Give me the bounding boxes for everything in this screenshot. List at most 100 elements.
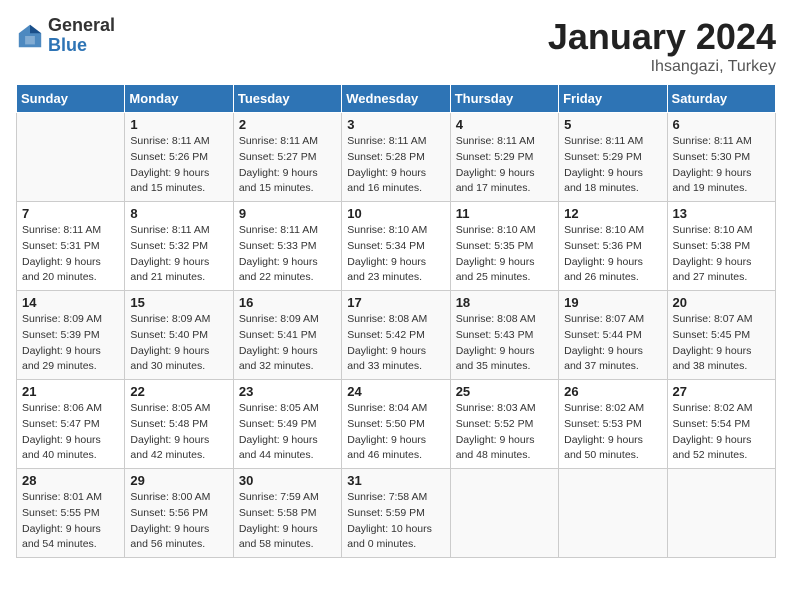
calendar-cell: 20 Sunrise: 8:07 AMSunset: 5:45 PMDayligh… [667,291,775,380]
calendar-cell: 29 Sunrise: 8:00 AMSunset: 5:56 PMDayligh… [125,469,233,558]
day-info: Sunrise: 8:10 AMSunset: 5:36 PMDaylight:… [564,223,661,286]
calendar-cell: 7 Sunrise: 8:11 AMSunset: 5:31 PMDaylight… [17,202,125,291]
day-info: Sunrise: 8:01 AMSunset: 5:55 PMDaylight:… [22,490,119,553]
calendar-cell [450,469,558,558]
calendar-cell: 30Sunrise: 7:59 AMSunset: 5:58 PMDayligh… [233,469,341,558]
calendar-cell: 25 Sunrise: 8:03 AMSunset: 5:52 PMDayligh… [450,380,558,469]
calendar-cell: 8 Sunrise: 8:11 AMSunset: 5:32 PMDaylight… [125,202,233,291]
calendar-cell: 18 Sunrise: 8:08 AMSunset: 5:43 PMDayligh… [450,291,558,380]
day-number: 1 [130,117,227,132]
calendar-cell: 11Sunrise: 8:10 AMSunset: 5:35 PMDayligh… [450,202,558,291]
day-number: 20 [673,295,770,310]
day-number: 2 [239,117,336,132]
day-number: 19 [564,295,661,310]
calendar-cell [17,113,125,202]
day-number: 24 [347,384,444,399]
logo-blue: Blue [48,36,115,56]
calendar-week-5: 28 Sunrise: 8:01 AMSunset: 5:55 PMDayligh… [17,469,776,558]
day-number: 13 [673,206,770,221]
calendar-cell: 15Sunrise: 8:09 AMSunset: 5:40 PMDayligh… [125,291,233,380]
day-info: Sunrise: 8:03 AMSunset: 5:52 PMDaylight:… [456,401,553,464]
day-info: Sunrise: 8:07 AMSunset: 5:45 PMDaylight:… [673,312,770,375]
day-info: Sunrise: 8:10 AMSunset: 5:34 PMDaylight:… [347,223,444,286]
day-number: 10 [347,206,444,221]
calendar-table: SundayMondayTuesdayWednesdayThursdayFrid… [16,84,776,558]
calendar-cell: 1 Sunrise: 8:11 AMSunset: 5:26 PMDaylight… [125,113,233,202]
day-info: Sunrise: 8:11 AMSunset: 5:31 PMDaylight:… [22,223,119,286]
day-number: 23 [239,384,336,399]
calendar-cell: 4 Sunrise: 8:11 AMSunset: 5:29 PMDaylight… [450,113,558,202]
day-number: 4 [456,117,553,132]
day-number: 5 [564,117,661,132]
calendar-cell: 10 Sunrise: 8:10 AMSunset: 5:34 PMDayligh… [342,202,450,291]
calendar-cell: 24 Sunrise: 8:04 AMSunset: 5:50 PMDayligh… [342,380,450,469]
calendar-cell: 22 Sunrise: 8:05 AMSunset: 5:48 PMDayligh… [125,380,233,469]
weekday-header-tuesday: Tuesday [233,85,341,113]
calendar-cell [559,469,667,558]
calendar-week-3: 14 Sunrise: 8:09 AMSunset: 5:39 PMDayligh… [17,291,776,380]
day-number: 30 [239,473,336,488]
day-info: Sunrise: 8:09 AMSunset: 5:39 PMDaylight:… [22,312,119,375]
day-number: 7 [22,206,119,221]
calendar-cell: 26Sunrise: 8:02 AMSunset: 5:53 PMDayligh… [559,380,667,469]
page-header: General Blue January 2024 Ihsangazi, Tur… [16,16,776,76]
day-info: Sunrise: 8:02 AMSunset: 5:54 PMDaylight:… [673,401,770,464]
day-info: Sunrise: 8:11 AMSunset: 5:30 PMDaylight:… [673,134,770,197]
weekday-header-sunday: Sunday [17,85,125,113]
weekday-header-wednesday: Wednesday [342,85,450,113]
title-block: January 2024 Ihsangazi, Turkey [548,16,776,76]
day-info: Sunrise: 8:11 AMSunset: 5:26 PMDaylight:… [130,134,227,197]
day-info: Sunrise: 8:09 AMSunset: 5:41 PMDaylight:… [239,312,336,375]
day-info: Sunrise: 8:04 AMSunset: 5:50 PMDaylight:… [347,401,444,464]
day-number: 26 [564,384,661,399]
day-info: Sunrise: 8:10 AMSunset: 5:38 PMDaylight:… [673,223,770,286]
month-year-title: January 2024 [548,16,776,58]
day-number: 29 [130,473,227,488]
calendar-cell: 19Sunrise: 8:07 AMSunset: 5:44 PMDayligh… [559,291,667,380]
weekday-header-thursday: Thursday [450,85,558,113]
day-info: Sunrise: 8:05 AMSunset: 5:49 PMDaylight:… [239,401,336,464]
calendar-cell: 2Sunrise: 8:11 AMSunset: 5:27 PMDaylight… [233,113,341,202]
day-info: Sunrise: 8:11 AMSunset: 5:29 PMDaylight:… [456,134,553,197]
day-info: Sunrise: 8:00 AMSunset: 5:56 PMDaylight:… [130,490,227,553]
day-number: 18 [456,295,553,310]
day-info: Sunrise: 8:11 AMSunset: 5:28 PMDaylight:… [347,134,444,197]
weekday-header-monday: Monday [125,85,233,113]
day-number: 14 [22,295,119,310]
calendar-cell [667,469,775,558]
day-number: 28 [22,473,119,488]
logo: General Blue [16,16,115,56]
day-number: 22 [130,384,227,399]
day-info: Sunrise: 8:08 AMSunset: 5:43 PMDaylight:… [456,312,553,375]
calendar-cell: 31 Sunrise: 7:58 AMSunset: 5:59 PMDayligh… [342,469,450,558]
calendar-cell: 3Sunrise: 8:11 AMSunset: 5:28 PMDaylight… [342,113,450,202]
calendar-cell: 6 Sunrise: 8:11 AMSunset: 5:30 PMDaylight… [667,113,775,202]
day-number: 8 [130,206,227,221]
day-number: 25 [456,384,553,399]
day-number: 11 [456,206,553,221]
day-info: Sunrise: 7:58 AMSunset: 5:59 PMDaylight:… [347,490,444,553]
calendar-cell: 14 Sunrise: 8:09 AMSunset: 5:39 PMDayligh… [17,291,125,380]
weekday-header-friday: Friday [559,85,667,113]
day-info: Sunrise: 8:11 AMSunset: 5:33 PMDaylight:… [239,223,336,286]
day-number: 6 [673,117,770,132]
day-info: Sunrise: 8:11 AMSunset: 5:32 PMDaylight:… [130,223,227,286]
weekday-header-saturday: Saturday [667,85,775,113]
calendar-cell: 9Sunrise: 8:11 AMSunset: 5:33 PMDaylight… [233,202,341,291]
day-number: 17 [347,295,444,310]
day-number: 21 [22,384,119,399]
calendar-week-4: 21 Sunrise: 8:06 AMSunset: 5:47 PMDayligh… [17,380,776,469]
day-number: 31 [347,473,444,488]
logo-text: General Blue [48,16,115,56]
calendar-cell: 16Sunrise: 8:09 AMSunset: 5:41 PMDayligh… [233,291,341,380]
calendar-cell: 17Sunrise: 8:08 AMSunset: 5:42 PMDayligh… [342,291,450,380]
day-info: Sunrise: 8:05 AMSunset: 5:48 PMDaylight:… [130,401,227,464]
day-info: Sunrise: 8:06 AMSunset: 5:47 PMDaylight:… [22,401,119,464]
calendar-week-1: 1 Sunrise: 8:11 AMSunset: 5:26 PMDaylight… [17,113,776,202]
day-info: Sunrise: 8:09 AMSunset: 5:40 PMDaylight:… [130,312,227,375]
calendar-cell: 23 Sunrise: 8:05 AMSunset: 5:49 PMDayligh… [233,380,341,469]
calendar-week-2: 7 Sunrise: 8:11 AMSunset: 5:31 PMDaylight… [17,202,776,291]
calendar-cell: 21 Sunrise: 8:06 AMSunset: 5:47 PMDayligh… [17,380,125,469]
calendar-cell: 12Sunrise: 8:10 AMSunset: 5:36 PMDayligh… [559,202,667,291]
calendar-cell: 28 Sunrise: 8:01 AMSunset: 5:55 PMDayligh… [17,469,125,558]
